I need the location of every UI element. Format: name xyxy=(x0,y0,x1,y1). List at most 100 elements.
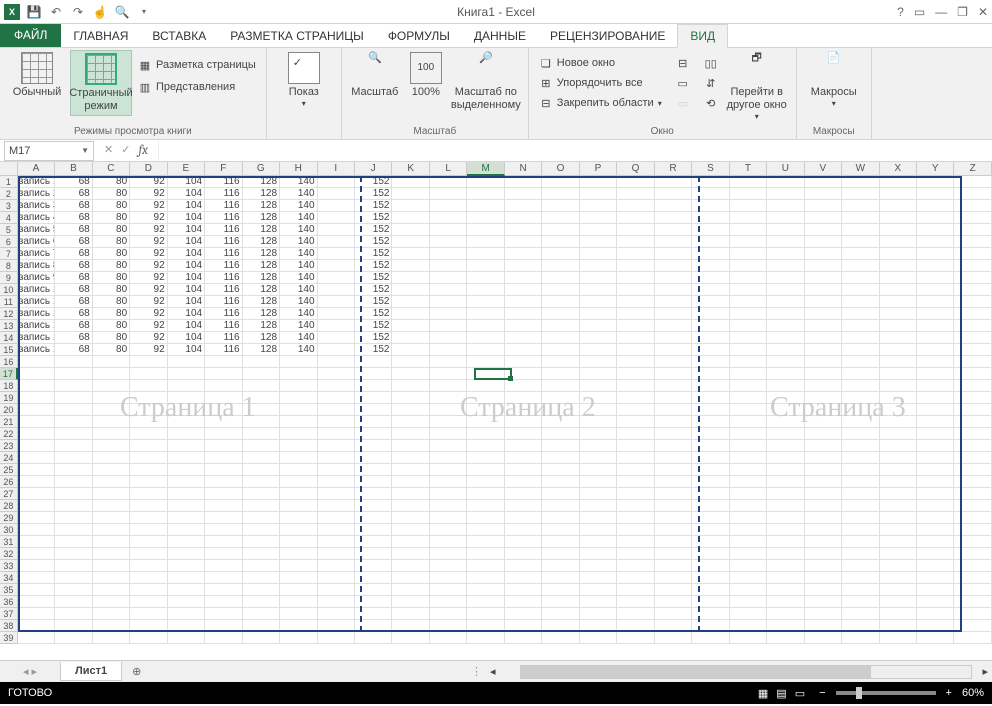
cell[interactable] xyxy=(430,488,467,500)
cell[interactable] xyxy=(355,488,392,500)
cell[interactable] xyxy=(392,476,429,488)
cell[interactable] xyxy=(542,608,579,620)
pagebreak-view-button[interactable]: Страничный режим xyxy=(70,50,132,116)
cell[interactable] xyxy=(430,584,467,596)
cell[interactable] xyxy=(580,260,617,272)
cell[interactable] xyxy=(392,524,429,536)
row-header[interactable]: 29 xyxy=(0,512,18,524)
cell[interactable] xyxy=(243,596,280,608)
cell[interactable] xyxy=(730,440,767,452)
cell[interactable] xyxy=(392,284,429,296)
cell[interactable] xyxy=(18,524,55,536)
cell[interactable]: 140 xyxy=(280,212,317,224)
cell[interactable] xyxy=(18,548,55,560)
cell[interactable] xyxy=(505,224,542,236)
cell[interactable]: 92 xyxy=(130,284,167,296)
cell[interactable] xyxy=(467,488,504,500)
cell[interactable] xyxy=(917,536,954,548)
cell[interactable] xyxy=(205,404,242,416)
cell[interactable] xyxy=(168,572,205,584)
cell[interactable] xyxy=(430,236,467,248)
cell[interactable] xyxy=(842,476,879,488)
cell[interactable] xyxy=(168,416,205,428)
cell[interactable] xyxy=(392,572,429,584)
cell[interactable] xyxy=(55,428,92,440)
cell[interactable] xyxy=(55,500,92,512)
cell[interactable] xyxy=(467,452,504,464)
cell[interactable] xyxy=(805,356,842,368)
cell[interactable] xyxy=(617,320,654,332)
cell[interactable] xyxy=(692,284,729,296)
cell[interactable] xyxy=(805,440,842,452)
cell[interactable] xyxy=(168,524,205,536)
cell[interactable] xyxy=(954,596,991,608)
cell[interactable] xyxy=(954,620,991,632)
cell[interactable] xyxy=(730,356,767,368)
cell[interactable] xyxy=(880,176,917,188)
cell[interactable] xyxy=(917,440,954,452)
cell[interactable]: 80 xyxy=(93,284,130,296)
cell[interactable] xyxy=(18,584,55,596)
cell[interactable] xyxy=(617,524,654,536)
cell[interactable] xyxy=(467,356,504,368)
cell[interactable] xyxy=(617,560,654,572)
cell[interactable] xyxy=(467,392,504,404)
cell[interactable]: 152 xyxy=(355,224,392,236)
cell[interactable] xyxy=(655,572,692,584)
cell[interactable] xyxy=(880,392,917,404)
cell[interactable] xyxy=(730,332,767,344)
cell[interactable]: 92 xyxy=(130,344,167,356)
cell[interactable] xyxy=(355,536,392,548)
cell[interactable] xyxy=(430,332,467,344)
cell[interactable] xyxy=(655,608,692,620)
cell[interactable] xyxy=(805,524,842,536)
name-box[interactable]: M17▼ xyxy=(4,141,94,161)
new-window-button[interactable]: ❏Новое окно xyxy=(535,54,666,72)
cell[interactable] xyxy=(917,380,954,392)
cell[interactable] xyxy=(655,320,692,332)
cell[interactable] xyxy=(392,416,429,428)
cell[interactable] xyxy=(318,536,355,548)
cell[interactable] xyxy=(692,200,729,212)
cell[interactable] xyxy=(505,596,542,608)
cell[interactable] xyxy=(580,236,617,248)
cell[interactable] xyxy=(18,476,55,488)
cell[interactable] xyxy=(917,512,954,524)
cell[interactable] xyxy=(880,260,917,272)
cell[interactable] xyxy=(542,404,579,416)
cell[interactable] xyxy=(954,464,991,476)
cell[interactable] xyxy=(93,440,130,452)
cell[interactable] xyxy=(467,632,504,644)
cell[interactable] xyxy=(692,560,729,572)
cell[interactable] xyxy=(730,296,767,308)
cell[interactable] xyxy=(917,212,954,224)
cell[interactable]: запись 3 xyxy=(18,200,55,212)
cell[interactable] xyxy=(767,488,804,500)
cell[interactable]: 80 xyxy=(93,188,130,200)
col-header-B[interactable]: B xyxy=(55,162,92,176)
cell[interactable] xyxy=(55,596,92,608)
cell[interactable]: 140 xyxy=(280,188,317,200)
cell[interactable] xyxy=(767,176,804,188)
cell[interactable]: 152 xyxy=(355,284,392,296)
cell[interactable] xyxy=(542,200,579,212)
cell[interactable]: 140 xyxy=(280,272,317,284)
cell[interactable] xyxy=(767,584,804,596)
cell[interactable] xyxy=(205,512,242,524)
cell[interactable] xyxy=(318,236,355,248)
cell[interactable]: 140 xyxy=(280,200,317,212)
cell[interactable] xyxy=(805,200,842,212)
unhide-button[interactable]: ▭ xyxy=(672,94,694,112)
cell[interactable] xyxy=(767,428,804,440)
sync-scroll-button[interactable]: ⇵ xyxy=(700,74,722,92)
arrange-all-button[interactable]: ⊞Упорядочить все xyxy=(535,74,666,92)
macros-button[interactable]: 📄 Макросы▾ xyxy=(803,50,865,111)
cell[interactable] xyxy=(954,308,991,320)
cell[interactable] xyxy=(580,572,617,584)
row-header[interactable]: 3 xyxy=(0,200,18,212)
cell[interactable] xyxy=(880,560,917,572)
cell[interactable]: запись 7 xyxy=(18,248,55,260)
cell[interactable] xyxy=(467,464,504,476)
cell[interactable] xyxy=(655,176,692,188)
cell[interactable] xyxy=(617,248,654,260)
